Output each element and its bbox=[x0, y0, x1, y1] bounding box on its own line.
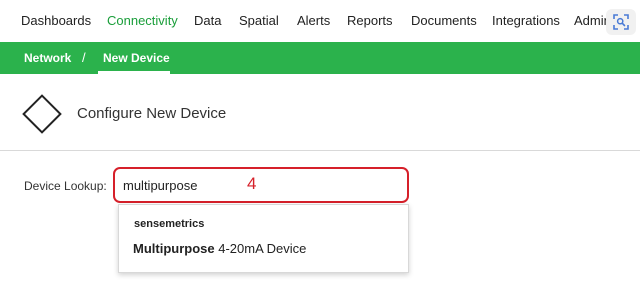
result-option-rest: 4-20mA Device bbox=[214, 241, 307, 256]
nav-documents[interactable]: Documents bbox=[411, 13, 477, 28]
breadcrumb: Network / New Device bbox=[0, 42, 640, 74]
device-lookup-field bbox=[113, 167, 409, 203]
page-header: Configure New Device bbox=[0, 74, 640, 150]
screenshot-icon bbox=[613, 14, 629, 30]
page-title: Configure New Device bbox=[77, 105, 227, 122]
nav-spatial[interactable]: Spatial bbox=[239, 13, 279, 28]
nav-integrations[interactable]: Integrations bbox=[492, 13, 560, 28]
result-option-match: Multipurpose bbox=[133, 241, 215, 256]
top-navigation: Dashboards Connectivity Data Spatial Ale… bbox=[0, 0, 640, 42]
breadcrumb-network[interactable]: Network bbox=[24, 51, 71, 65]
nav-alerts[interactable]: Alerts bbox=[297, 13, 330, 28]
diamond-icon bbox=[22, 94, 62, 134]
nav-reports[interactable]: Reports bbox=[347, 13, 393, 28]
nav-connectivity[interactable]: Connectivity bbox=[107, 13, 178, 28]
device-lookup-input[interactable] bbox=[123, 175, 243, 195]
breadcrumb-separator: / bbox=[82, 50, 86, 65]
screenshot-button[interactable] bbox=[606, 9, 636, 35]
nav-data[interactable]: Data bbox=[194, 13, 221, 28]
breadcrumb-new-device[interactable]: New Device bbox=[103, 51, 170, 65]
step-annotation: 4 bbox=[247, 174, 257, 193]
device-lookup-label: Device Lookup: bbox=[24, 179, 107, 193]
nav-dashboards[interactable]: Dashboards bbox=[21, 13, 91, 28]
result-group-label: sensemetrics bbox=[134, 218, 205, 230]
header-divider bbox=[0, 150, 640, 151]
lookup-results-dropdown: sensemetrics Multipurpose 4-20mA Device bbox=[118, 204, 409, 273]
result-option[interactable]: Multipurpose 4-20mA Device bbox=[133, 241, 393, 263]
